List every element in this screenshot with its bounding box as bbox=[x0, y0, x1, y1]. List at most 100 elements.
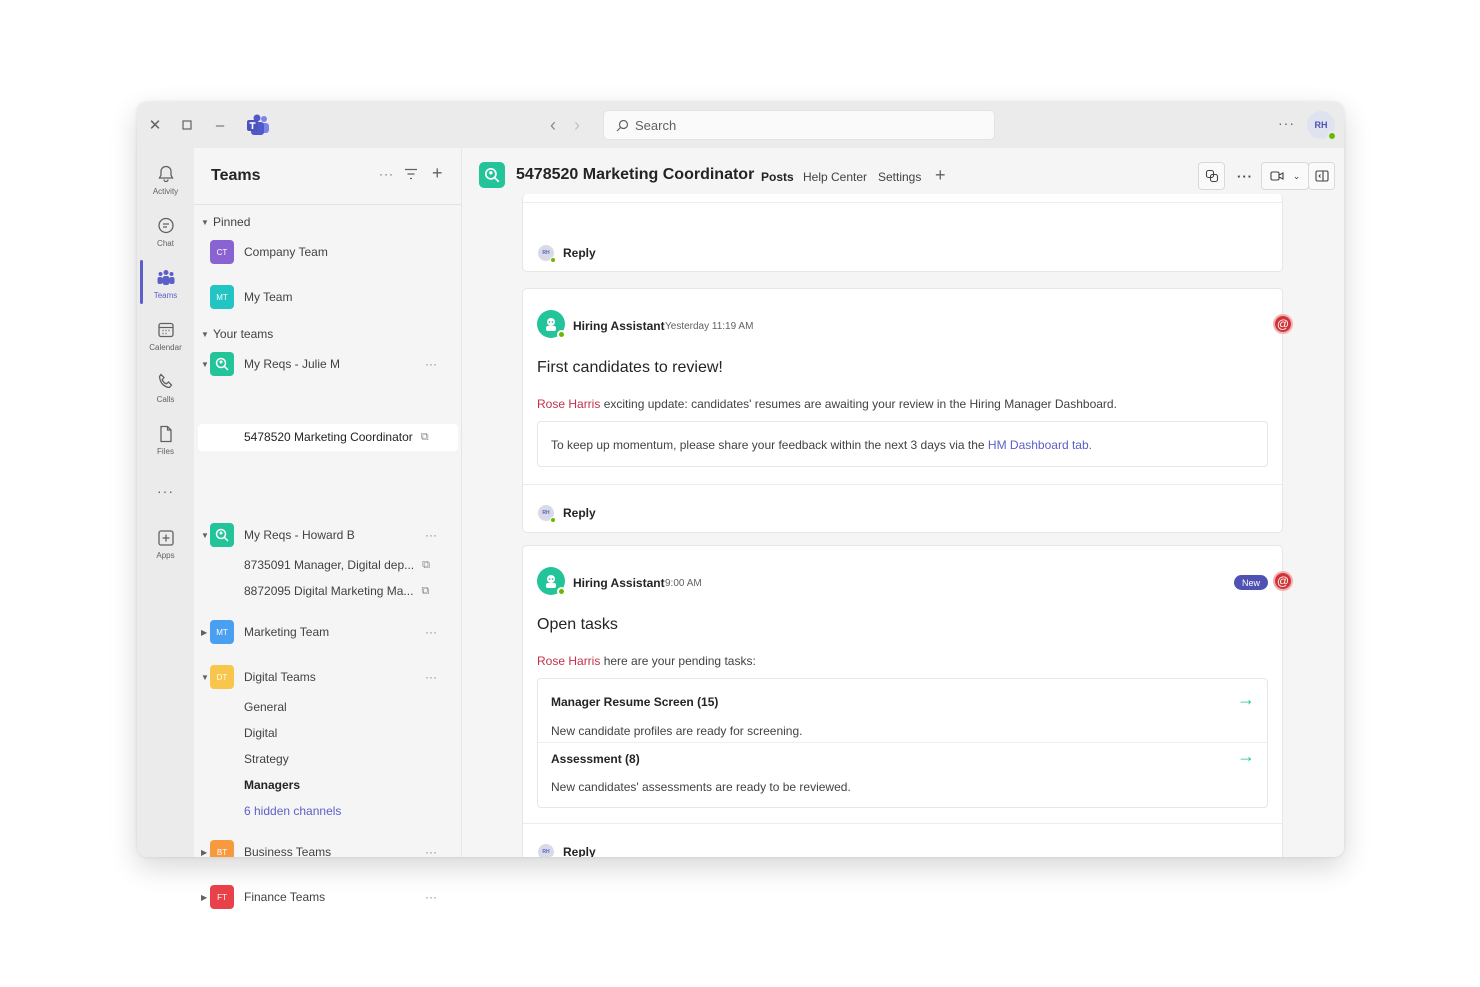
team-more-icon[interactable]: ··· bbox=[425, 845, 437, 857]
rail-item-calendar[interactable]: Calendar bbox=[137, 312, 194, 360]
team-my-team[interactable]: MT My Team bbox=[201, 283, 457, 311]
rail-item-activity[interactable]: Activity bbox=[137, 156, 194, 204]
tab-help-center[interactable]: Help Center bbox=[803, 170, 867, 184]
reply-button[interactable]: RH Reply bbox=[538, 844, 596, 857]
shared-channel-icon: ⧉ bbox=[420, 430, 429, 443]
channel-digital-marketing[interactable]: 8872095 Digital Marketing Ma... ⧉ bbox=[244, 584, 429, 598]
team-digital-teams[interactable]: ▼ DT Digital Teams ··· bbox=[201, 663, 457, 691]
caret-down-icon: ▼ bbox=[201, 217, 209, 227]
minimize-icon[interactable]: – bbox=[211, 116, 229, 134]
channel-managers[interactable]: Managers bbox=[244, 778, 300, 792]
team-name: Company Team bbox=[244, 245, 328, 259]
apps-icon bbox=[157, 530, 174, 546]
user-mention[interactable]: Rose Harris bbox=[537, 397, 600, 411]
pinned-section-header[interactable]: ▼ Pinned bbox=[201, 215, 250, 229]
team-more-icon[interactable]: ··· bbox=[425, 890, 437, 904]
search-input[interactable]: Search bbox=[603, 110, 995, 140]
file-icon bbox=[159, 425, 172, 443]
channel-general[interactable]: General bbox=[244, 700, 287, 714]
channel-strategy[interactable]: Strategy bbox=[244, 752, 289, 766]
phone-icon bbox=[158, 373, 172, 389]
rail-label: Chat bbox=[157, 239, 174, 248]
back-arrow-icon[interactable]: ‹ bbox=[550, 115, 556, 136]
team-name: Marketing Team bbox=[244, 625, 330, 639]
rail-item-apps[interactable]: Apps bbox=[137, 520, 194, 568]
reply-label: Reply bbox=[563, 845, 596, 857]
add-tab-icon[interactable]: + bbox=[935, 165, 946, 186]
hidden-channels-link[interactable]: 6 hidden channels bbox=[244, 804, 341, 818]
team-business-teams[interactable]: ▶ BT Business Teams ··· bbox=[201, 838, 457, 857]
channel-name: 5478520 Marketing Coordinator bbox=[244, 430, 413, 444]
hiring-assistant-logo-icon bbox=[479, 162, 505, 188]
arrow-right-icon[interactable]: → bbox=[1237, 689, 1255, 710]
team-more-icon[interactable]: ··· bbox=[425, 528, 437, 542]
reply-button[interactable]: RH Reply bbox=[538, 505, 596, 523]
maximize-icon[interactable] bbox=[178, 116, 196, 134]
team-more-icon[interactable]: ··· bbox=[425, 357, 437, 371]
more-options-icon[interactable]: ··· bbox=[1278, 115, 1295, 131]
add-team-icon[interactable]: + bbox=[432, 163, 443, 184]
user-mention[interactable]: Rose Harris bbox=[537, 654, 600, 668]
user-avatar[interactable]: RH bbox=[1307, 111, 1337, 141]
bot-avatar bbox=[537, 567, 566, 596]
card-separator bbox=[523, 823, 1282, 824]
search-icon bbox=[616, 119, 629, 131]
teams-window: ✕ – ‹ › Search ··· RH Activity Chat Team… bbox=[137, 102, 1344, 857]
team-my-reqs-howard[interactable]: ▼ My Reqs - Howard B ··· bbox=[201, 521, 457, 549]
pane-title: Teams bbox=[211, 167, 261, 184]
team-marketing-team[interactable]: ▶ MT Marketing Team ··· bbox=[201, 618, 457, 646]
team-more-icon[interactable]: ··· bbox=[425, 670, 437, 684]
arrow-right-icon[interactable]: → bbox=[1237, 746, 1255, 767]
rail-item-teams[interactable]: Teams bbox=[137, 260, 194, 308]
channel-digital[interactable]: Digital bbox=[244, 726, 277, 740]
header-more-icon[interactable]: ··· bbox=[1233, 162, 1257, 190]
task-title[interactable]: Manager Resume Screen (15) bbox=[551, 695, 718, 709]
robot-icon bbox=[546, 318, 556, 331]
rail-item-chat[interactable]: Chat bbox=[137, 208, 194, 256]
tab-settings[interactable]: Settings bbox=[878, 170, 921, 184]
task-description: New candidates' assessments are ready to… bbox=[551, 780, 851, 794]
channel-marketing-coordinator[interactable]: 5478520 Marketing Coordinator ⧉ bbox=[244, 430, 429, 444]
post-title: First candidates to review! bbox=[537, 359, 723, 376]
rail-more-icon[interactable]: ··· bbox=[137, 466, 194, 516]
caret-right-icon: ▶ bbox=[201, 847, 208, 857]
reply-label: Reply bbox=[563, 506, 596, 520]
reply-avatar: RH bbox=[538, 844, 556, 857]
rail-label: Files bbox=[157, 447, 174, 456]
mention-at-icon: @ bbox=[1273, 314, 1293, 334]
reply-button[interactable]: RH Reply bbox=[538, 245, 596, 263]
post-body: Rose Harris here are your pending tasks: bbox=[537, 654, 756, 668]
team-tile: DT bbox=[210, 665, 234, 689]
team-more-icon[interactable]: ··· bbox=[425, 625, 437, 639]
channel-name: 8735091 Manager, Digital dep... bbox=[244, 558, 415, 572]
open-panel-icon[interactable] bbox=[1308, 162, 1335, 190]
pane-more-icon[interactable]: ··· bbox=[379, 167, 394, 181]
team-tile: MT bbox=[210, 620, 234, 644]
user-initials: RH bbox=[1314, 120, 1328, 130]
reply-avatar: RH bbox=[538, 245, 556, 263]
channel-manager-digital[interactable]: 8735091 Manager, Digital dep... ⧉ bbox=[244, 558, 430, 572]
rail-item-files[interactable]: Files bbox=[137, 416, 194, 464]
close-icon[interactable]: ✕ bbox=[146, 116, 164, 134]
bell-icon bbox=[157, 165, 174, 183]
team-finance-teams[interactable]: ▶ FT Finance Teams ··· bbox=[201, 883, 457, 911]
team-my-reqs-julie[interactable]: ▼ My Reqs - Julie M ··· bbox=[201, 350, 457, 378]
copilot-icon[interactable] bbox=[1198, 162, 1225, 190]
filter-icon[interactable] bbox=[404, 167, 418, 183]
rail-item-calls[interactable]: Calls bbox=[137, 364, 194, 412]
hm-dashboard-link[interactable]: HM Dashboard tab. bbox=[988, 438, 1092, 452]
robot-icon bbox=[546, 575, 556, 588]
channel-name: Managers bbox=[244, 778, 301, 792]
team-name: Business Teams bbox=[244, 845, 332, 857]
tab-posts[interactable]: Posts bbox=[761, 170, 794, 184]
presence-available-icon bbox=[1327, 131, 1337, 141]
post-card-previous: RH Reply bbox=[522, 194, 1283, 272]
meet-button[interactable]: ⌄ bbox=[1261, 162, 1309, 190]
task-title[interactable]: Assessment (8) bbox=[551, 752, 640, 766]
task-description: New candidate profiles are ready for scr… bbox=[551, 724, 803, 738]
forward-arrow-icon[interactable]: › bbox=[574, 115, 580, 136]
channel-main: 5478520 Marketing Coordinator Posts Help… bbox=[462, 148, 1344, 857]
team-company-team[interactable]: CT Company Team bbox=[201, 238, 457, 266]
bot-avatar bbox=[537, 310, 566, 339]
your-teams-section-header[interactable]: ▼ Your teams bbox=[201, 327, 273, 341]
